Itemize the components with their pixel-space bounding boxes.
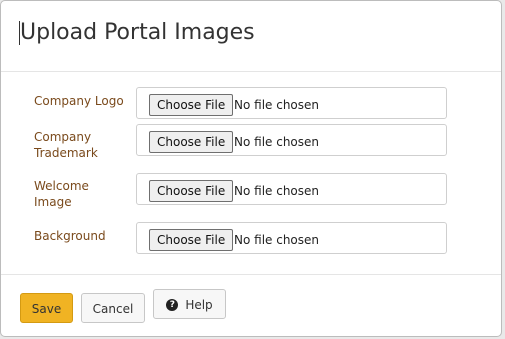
dialog-title: Upload Portal Images	[20, 20, 255, 45]
company-trademark-label: Company Trademark	[34, 130, 98, 160]
help-button[interactable]: ? Help	[153, 289, 226, 319]
company-logo-file-status: No file chosen	[234, 98, 320, 112]
company-logo-label: Company Logo	[34, 94, 124, 108]
company-trademark-file-input[interactable]: Choose File No file chosen	[136, 124, 447, 156]
background-label: Background	[34, 229, 106, 243]
welcome-image-file-input[interactable]: Choose File No file chosen	[136, 173, 447, 205]
welcome-image-choose-file-button[interactable]: Choose File	[149, 180, 234, 202]
company-logo-choose-file-button[interactable]: Choose File	[149, 94, 234, 116]
background-file-status: No file chosen	[234, 233, 320, 247]
background-choose-file-button[interactable]: Choose File	[149, 229, 234, 251]
welcome-image-file-status: No file chosen	[234, 184, 320, 198]
question-circle-icon: ?	[166, 298, 179, 311]
dialog-footer: Save Cancel ? Help	[1, 274, 501, 336]
upload-portal-images-dialog: Upload Portal Images Company Logo Choose…	[0, 0, 502, 337]
background-file-input[interactable]: Choose File No file chosen	[136, 222, 447, 254]
dialog-header: Upload Portal Images	[1, 1, 501, 72]
welcome-image-label: Welcome Image	[34, 179, 89, 209]
company-trademark-choose-file-button[interactable]: Choose File	[149, 131, 234, 153]
save-button[interactable]: Save	[20, 293, 73, 323]
company-trademark-file-status: No file chosen	[234, 135, 320, 149]
company-logo-file-input[interactable]: Choose File No file chosen	[136, 87, 447, 119]
cancel-button[interactable]: Cancel	[81, 293, 145, 323]
help-button-label: Help	[185, 298, 213, 312]
